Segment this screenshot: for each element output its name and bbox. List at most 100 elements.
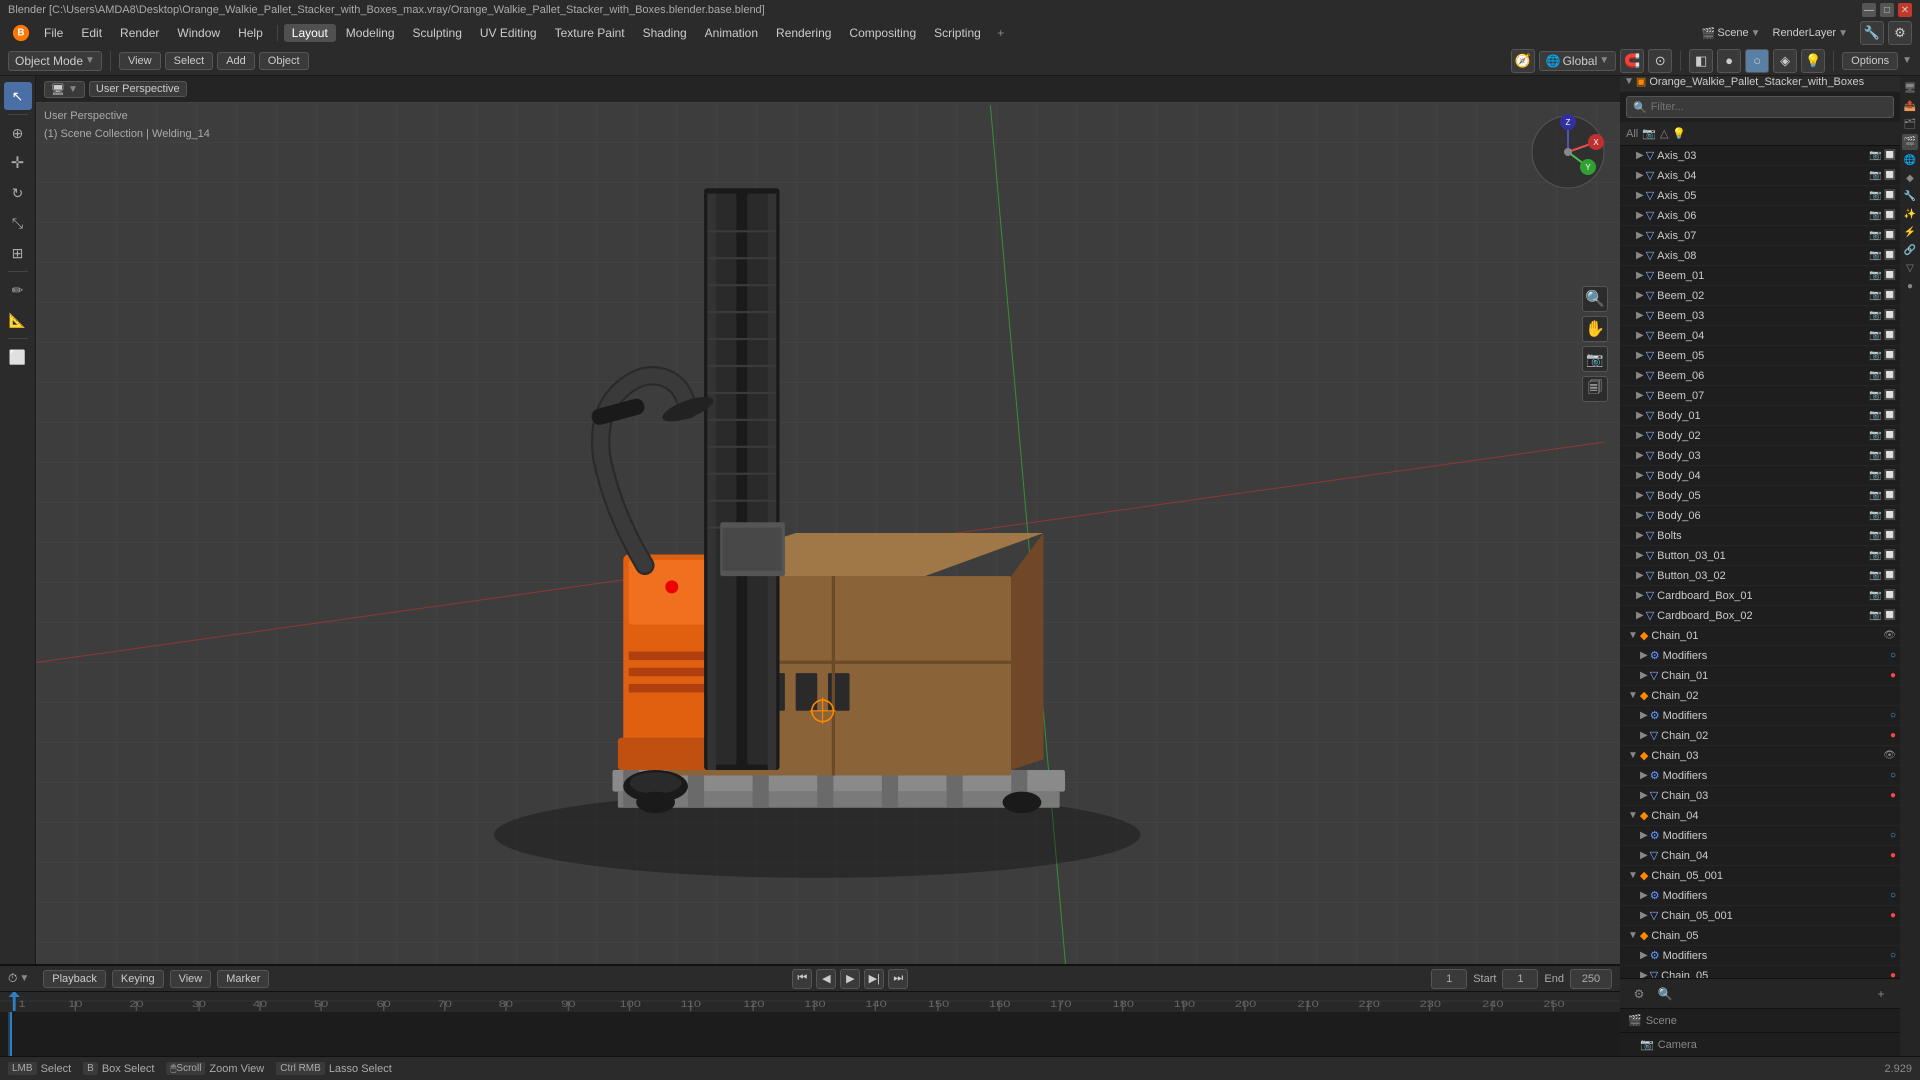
outliner-item-chain05001-group[interactable]: ▼ ◆ Chain_05_001 [1620, 866, 1900, 886]
data-circle[interactable]: ● [1890, 670, 1896, 681]
render-restrict-icon[interactable]: 🔲 [1884, 330, 1896, 341]
outliner-item-axis06[interactable]: ▶ ▽ Axis_06 📷 🔲 [1620, 206, 1900, 226]
filter-camera-icon[interactable]: 📷 [1642, 127, 1656, 140]
zoom-in-btn[interactable]: 🔍 [1582, 286, 1608, 312]
outliner-item-chain01-modifiers[interactable]: ▶ ⚙ Modifiers ○ [1620, 646, 1900, 666]
workspace-shading[interactable]: Shading [635, 24, 695, 42]
camera-restrict-icon[interactable]: 📷 [1869, 190, 1881, 201]
render-restrict-icon[interactable]: 🔲 [1884, 510, 1896, 521]
add-menu[interactable]: Add [217, 52, 255, 70]
render-restrict-icon[interactable]: 🔲 [1884, 190, 1896, 201]
render-restrict-icon[interactable]: 🔲 [1884, 350, 1896, 361]
outliner-item-axis08[interactable]: ▶ ▽ Axis_08 📷 🔲 [1620, 246, 1900, 266]
editor-type-dropdown[interactable]: 🖥 ▼ [44, 81, 85, 98]
outliner-search[interactable]: 🔍 [1626, 96, 1894, 118]
object-tab[interactable]: ◆ [1902, 170, 1918, 186]
data-circle[interactable]: ● [1890, 910, 1896, 921]
camera-restrict-icon[interactable]: 📷 [1869, 150, 1881, 161]
object-mode-dropdown[interactable]: Object Mode ▼ [8, 51, 102, 71]
outliner-item-bolts[interactable]: ▶ ▽ Bolts 📷 🔲 [1620, 526, 1900, 546]
outliner-item-body05[interactable]: ▶ ▽ Body_05 📷 🔲 [1620, 486, 1900, 506]
workspace-scripting[interactable]: Scripting [926, 24, 989, 42]
world-tab[interactable]: 🌐 [1902, 152, 1918, 168]
visibility-icon[interactable]: 👁 [1883, 630, 1896, 641]
rendered-mode[interactable]: 💡 [1801, 49, 1825, 73]
rotate-tool-btn[interactable]: ↻ [4, 179, 32, 207]
jump-end-btn[interactable]: ⏭ [888, 969, 908, 989]
timeline-tracks[interactable] [0, 1012, 1620, 1062]
outliner-item-body03[interactable]: ▶ ▽ Body_03 📷 🔲 [1620, 446, 1900, 466]
navigation-gizmo[interactable]: X Y Z [1528, 112, 1608, 192]
measure-tool-btn[interactable]: 📐 [4, 306, 32, 334]
outliner-item-chain02-modifiers[interactable]: ▶ ⚙ Modifiers ○ [1620, 706, 1900, 726]
outliner-search-input[interactable] [1651, 101, 1887, 113]
camera-restrict-icon[interactable]: 📷 [1869, 570, 1881, 581]
view-layer-tab[interactable]: 🗂 [1902, 116, 1918, 132]
outliner-scroll[interactable]: ▶ ▽ Axis_03 📷 🔲 ▶ ▽ Axis_04 📷 🔲 ▶ ▽ Axis… [1620, 146, 1900, 978]
outliner-item-body06[interactable]: ▶ ▽ Body_06 📷 🔲 [1620, 506, 1900, 526]
render-restrict-icon[interactable]: 🔲 [1884, 390, 1896, 401]
outliner-item-body01[interactable]: ▶ ▽ Body_01 📷 🔲 [1620, 406, 1900, 426]
workspace-rendering[interactable]: Rendering [768, 24, 839, 42]
camera-restrict-icon[interactable]: 📷 [1869, 430, 1881, 441]
playback-menu[interactable]: Playback [43, 970, 106, 988]
add-workspace-button[interactable]: + [991, 23, 1011, 43]
menu-edit[interactable]: Edit [73, 24, 110, 42]
wireframe-mode[interactable]: ◈ [1773, 49, 1797, 73]
physics-tab[interactable]: ⚡ [1902, 224, 1918, 240]
proportional-edit-btn[interactable]: ⊙ [1648, 49, 1672, 73]
scene-tab[interactable]: 🎬 [1902, 134, 1918, 150]
camera-restrict-icon[interactable]: 📷 [1869, 450, 1881, 461]
data-circle[interactable]: ● [1890, 730, 1896, 741]
outliner-item-chain01-group[interactable]: ▼ ◆ Chain_01 👁 [1620, 626, 1900, 646]
outliner-item-chain05-modifiers[interactable]: ▶ ⚙ Modifiers ○ [1620, 946, 1900, 966]
data-circle[interactable]: ● [1890, 790, 1896, 801]
camera-restrict-icon[interactable]: 📷 [1869, 490, 1881, 501]
particles-tab[interactable]: ✨ [1902, 206, 1918, 222]
keying-menu[interactable]: Keying [112, 970, 164, 988]
camera-restrict-icon[interactable]: 📷 [1869, 170, 1881, 181]
camera-restrict-icon[interactable]: 📷 [1869, 510, 1881, 521]
scene-selector[interactable]: 🎬 Scene ▼ [1702, 27, 1761, 40]
camera-restrict-icon[interactable]: 📷 [1869, 230, 1881, 241]
render-restrict-icon[interactable]: 🔲 [1884, 210, 1896, 221]
render-restrict-icon[interactable]: 🔲 [1884, 590, 1896, 601]
render-restrict-icon[interactable]: 🔲 [1884, 550, 1896, 561]
render-restrict-icon[interactable]: 🔲 [1884, 570, 1896, 581]
outliner-item-axis07[interactable]: ▶ ▽ Axis_07 📷 🔲 [1620, 226, 1900, 246]
tl-editor-type[interactable]: ⏱ ▼ [8, 971, 29, 986]
outliner-item-body02[interactable]: ▶ ▽ Body_02 📷 🔲 [1620, 426, 1900, 446]
outliner-item-beem05[interactable]: ▶ ▽ Beem_05 📷 🔲 [1620, 346, 1900, 366]
prev-frame-btn[interactable]: ◀ [816, 969, 836, 989]
outliner-item-chain04-group[interactable]: ▼ ◆ Chain_04 [1620, 806, 1900, 826]
outliner-item-chain01-mesh[interactable]: ▶ ▽ Chain_01 ● [1620, 666, 1900, 686]
modifier-circle[interactable]: ○ [1890, 770, 1896, 781]
jump-start-btn[interactable]: ⏮ [792, 969, 812, 989]
workspace-sculpting[interactable]: Sculpting [405, 24, 470, 42]
render-restrict-icon[interactable]: 🔲 [1884, 530, 1896, 541]
outliner-item-beem03[interactable]: ▶ ▽ Beem_03 📷 🔲 [1620, 306, 1900, 326]
annotate-tool-btn[interactable]: ✏ [4, 276, 32, 304]
scale-tool-btn[interactable]: ⤡ [4, 209, 32, 237]
next-frame-btn[interactable]: ▶| [864, 969, 884, 989]
close-button[interactable]: ✕ [1898, 3, 1912, 17]
render-restrict-icon[interactable]: 🔲 [1884, 490, 1896, 501]
outliner-item-chain03-modifiers[interactable]: ▶ ⚙ Modifiers ○ [1620, 766, 1900, 786]
camera-restrict-icon[interactable]: 📷 [1869, 250, 1881, 261]
local-view-btn[interactable]: 🗐 [1582, 376, 1608, 402]
render-restrict-icon[interactable]: 🔲 [1884, 290, 1896, 301]
marker-menu[interactable]: Marker [217, 970, 269, 988]
outliner-item-beem04[interactable]: ▶ ▽ Beem_04 📷 🔲 [1620, 326, 1900, 346]
outliner-item-chain02-group[interactable]: ▼ ◆ Chain_02 [1620, 686, 1900, 706]
render-restrict-icon[interactable]: 🔲 [1884, 270, 1896, 281]
outliner-item-axis03[interactable]: ▶ ▽ Axis_03 📷 🔲 [1620, 146, 1900, 166]
outliner-item-btn0301[interactable]: ▶ ▽ Button_03_01 📷 🔲 [1620, 546, 1900, 566]
camera-restrict-icon[interactable]: 📷 [1869, 390, 1881, 401]
outliner-item-chain05001-mesh[interactable]: ▶ ▽ Chain_05_001 ● [1620, 906, 1900, 926]
render-restrict-icon[interactable]: 🔲 [1884, 470, 1896, 481]
options-btn[interactable]: Options [1842, 52, 1898, 70]
modifier-circle[interactable]: ○ [1890, 830, 1896, 841]
render-restrict-icon[interactable]: 🔲 [1884, 610, 1896, 621]
camera-restrict-icon[interactable]: 📷 [1869, 610, 1881, 621]
select-menu[interactable]: Select [165, 52, 214, 70]
